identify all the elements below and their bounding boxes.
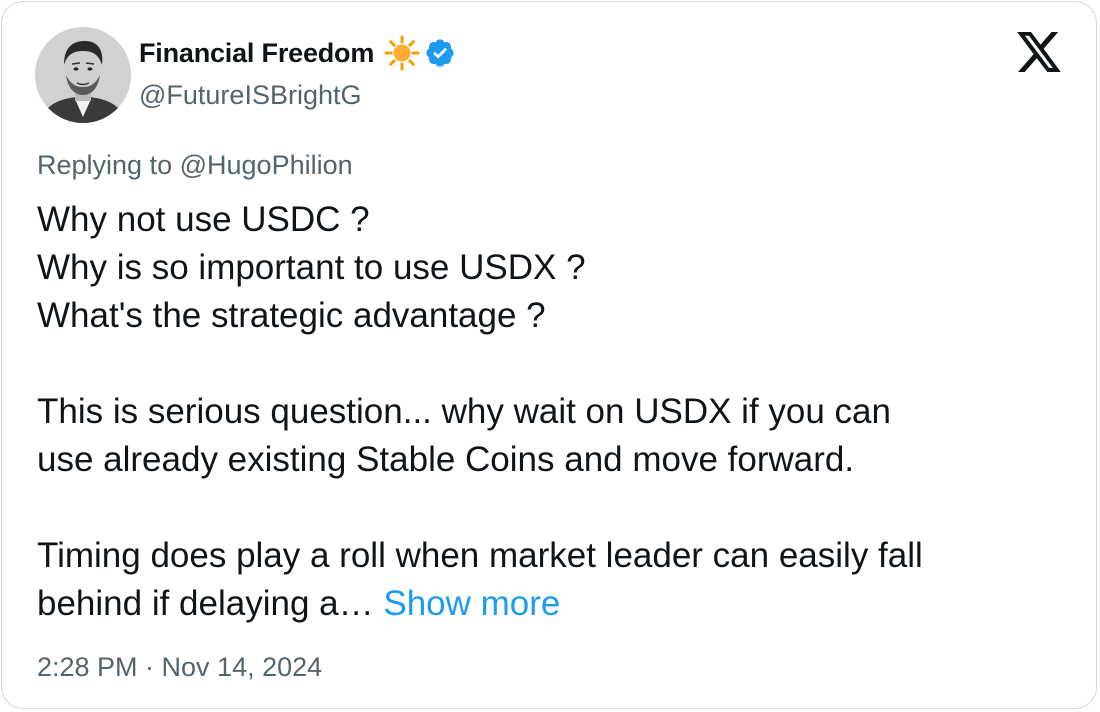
avatar[interactable] [35,27,131,123]
tweet-line: This is serious question... why wait on … [37,392,891,431]
reply-mention-link[interactable]: @HugoPhilion [180,150,353,180]
author-display-name[interactable]: Financial Freedom [139,38,374,69]
avatar-portrait-image [35,27,131,123]
tweet-text: Why not use USDC ? Why is so important t… [37,196,1067,628]
tweet-line-truncated: behind if delaying a… [37,584,374,623]
tweet-line: Timing does play a roll when market lead… [37,536,923,575]
replying-to-label: Replying to [37,150,173,180]
tweet-line: Why is so important to use USDX ? [37,248,586,287]
show-more-link[interactable]: Show more [383,584,560,623]
tweet-last-line: behind if delaying a… Show more [37,580,1067,628]
tweet-line: use already existing Stable Coins and mo… [37,440,855,479]
tweet-line: Why not use USDC ? [37,200,370,239]
x-logo-icon[interactable] [1017,32,1061,72]
author-handle[interactable]: @FutureISBrightG [139,80,362,111]
replying-to: Replying to @HugoPhilion [37,150,353,181]
author-name-row: Financial Freedom [139,32,456,74]
tweet-timestamp[interactable]: 2:28 PM · Nov 14, 2024 [37,652,322,683]
verified-badge-icon[interactable] [424,37,456,69]
tweet-line: What's the strategic advantage ? [37,296,546,335]
tweet-card[interactable]: Financial Freedom @FutureISBrightG Reply… [1,1,1097,709]
sun-icon [384,35,420,71]
